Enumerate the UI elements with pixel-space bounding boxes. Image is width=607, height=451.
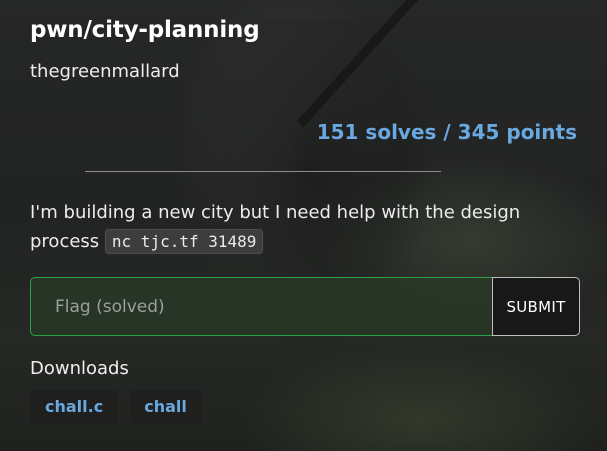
- challenge-description: I'm building a new city but I need help …: [30, 198, 580, 256]
- downloads-list: chall.c chall: [30, 390, 202, 424]
- submit-button[interactable]: SUBMIT: [492, 277, 580, 336]
- challenge-stats: 151 solves / 345 points: [316, 120, 577, 144]
- divider: [85, 171, 441, 172]
- downloads-heading: Downloads: [30, 358, 129, 379]
- description-text: I'm building a new city but I need help …: [30, 202, 521, 252]
- challenge-title: pwn/city-planning: [30, 17, 260, 43]
- connection-command: nc tjc.tf 31489: [104, 229, 264, 254]
- download-chall[interactable]: chall: [129, 390, 202, 424]
- challenge-panel: pwn/city-planning thegreenmallard 151 so…: [0, 0, 607, 451]
- flag-input[interactable]: [30, 277, 492, 336]
- challenge-author: thegreenmallard: [30, 61, 180, 82]
- flag-form: SUBMIT: [30, 277, 580, 336]
- download-chall-c[interactable]: chall.c: [30, 390, 119, 424]
